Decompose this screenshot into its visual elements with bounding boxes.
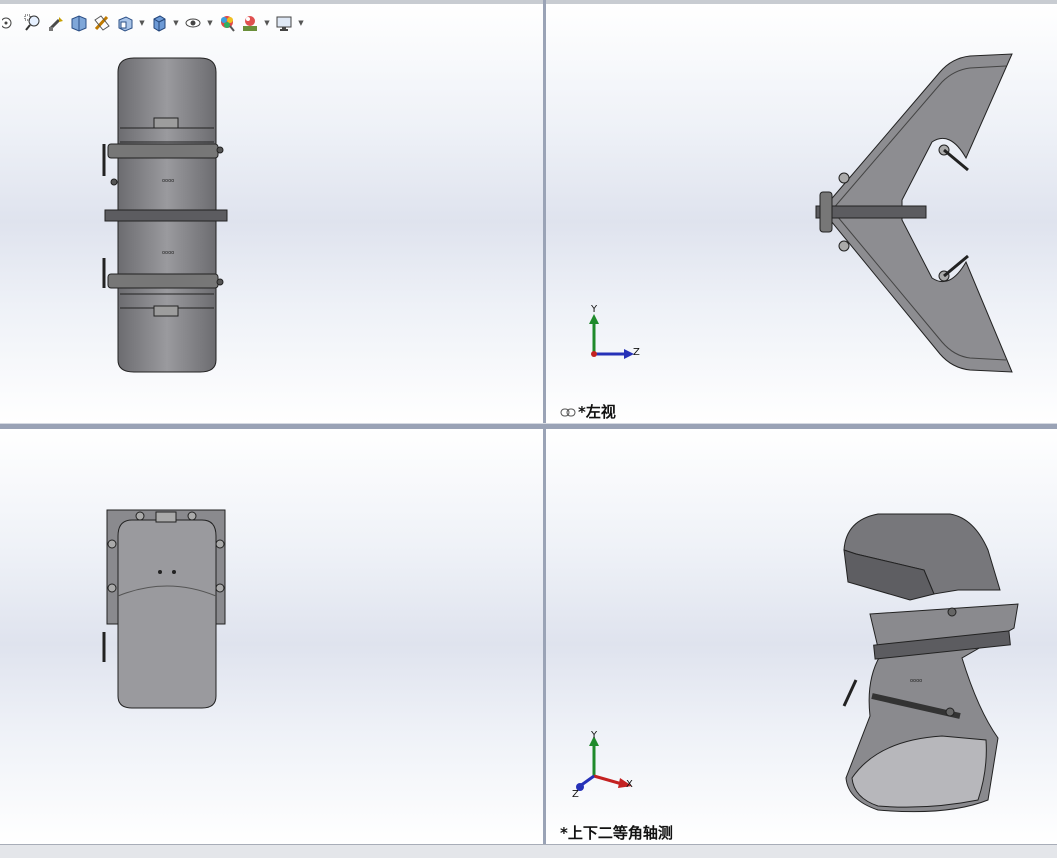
- view-name-label: *上下二等角轴测: [560, 824, 673, 842]
- section-view-icon[interactable]: [69, 13, 89, 33]
- status-bar: [0, 844, 1057, 858]
- viewport-splitter-horizontal[interactable]: [0, 423, 1057, 429]
- apply-scene-dropdown-icon[interactable]: ▼: [263, 13, 271, 33]
- view-orientation-dropdown-icon[interactable]: ▼: [138, 13, 146, 33]
- axis-z-label: Z: [572, 789, 579, 800]
- axis-z-label: Z: [633, 347, 640, 358]
- view-orientation-icon[interactable]: [115, 13, 135, 33]
- viewport-left-view[interactable]: Y Z *左视: [546, 4, 1057, 423]
- previous-view-icon[interactable]: [46, 13, 66, 33]
- display-style-dropdown-icon[interactable]: ▼: [172, 13, 180, 33]
- view-settings-icon[interactable]: [274, 13, 294, 33]
- view-name-label: *左视: [560, 401, 616, 422]
- viewport-top-view[interactable]: [0, 428, 543, 844]
- link-view-icon[interactable]: [560, 408, 576, 417]
- zoom-area-icon[interactable]: [23, 13, 43, 33]
- viewport-dimetric-view[interactable]: oooo Y X Z *上下二等角轴测: [546, 428, 1057, 844]
- display-style-icon[interactable]: [149, 13, 169, 33]
- left-view-model[interactable]: [810, 50, 1020, 380]
- svg-text:oooo: oooo: [162, 178, 174, 184]
- svg-text:oooo: oooo: [910, 678, 922, 684]
- svg-text:oooo: oooo: [162, 250, 174, 256]
- edit-appearance-icon[interactable]: [217, 13, 237, 33]
- axis-x-label: X: [626, 779, 633, 790]
- axis-y-label: Y: [591, 730, 598, 741]
- hide-show-items-icon[interactable]: [183, 13, 203, 33]
- view-name-text: *左视: [578, 403, 616, 421]
- axis-y-label: Y: [591, 304, 598, 315]
- dynamic-annotation-icon[interactable]: [92, 13, 112, 33]
- dimetric-view-model[interactable]: oooo: [838, 510, 1020, 816]
- apply-scene-icon[interactable]: [240, 13, 260, 33]
- top-view-model[interactable]: [100, 506, 235, 712]
- view-settings-dropdown-icon[interactable]: ▼: [297, 13, 305, 33]
- heads-up-view-toolbar: ▼ ▼ ▼ ▼ ▼: [0, 10, 345, 36]
- viewport-front[interactable]: ▼ ▼ ▼ ▼ ▼ oooo oooo: [0, 4, 543, 423]
- zoom-to-fit-icon[interactable]: [0, 13, 20, 33]
- hide-show-dropdown-icon[interactable]: ▼: [206, 13, 214, 33]
- front-view-model[interactable]: oooo oooo: [100, 52, 235, 374]
